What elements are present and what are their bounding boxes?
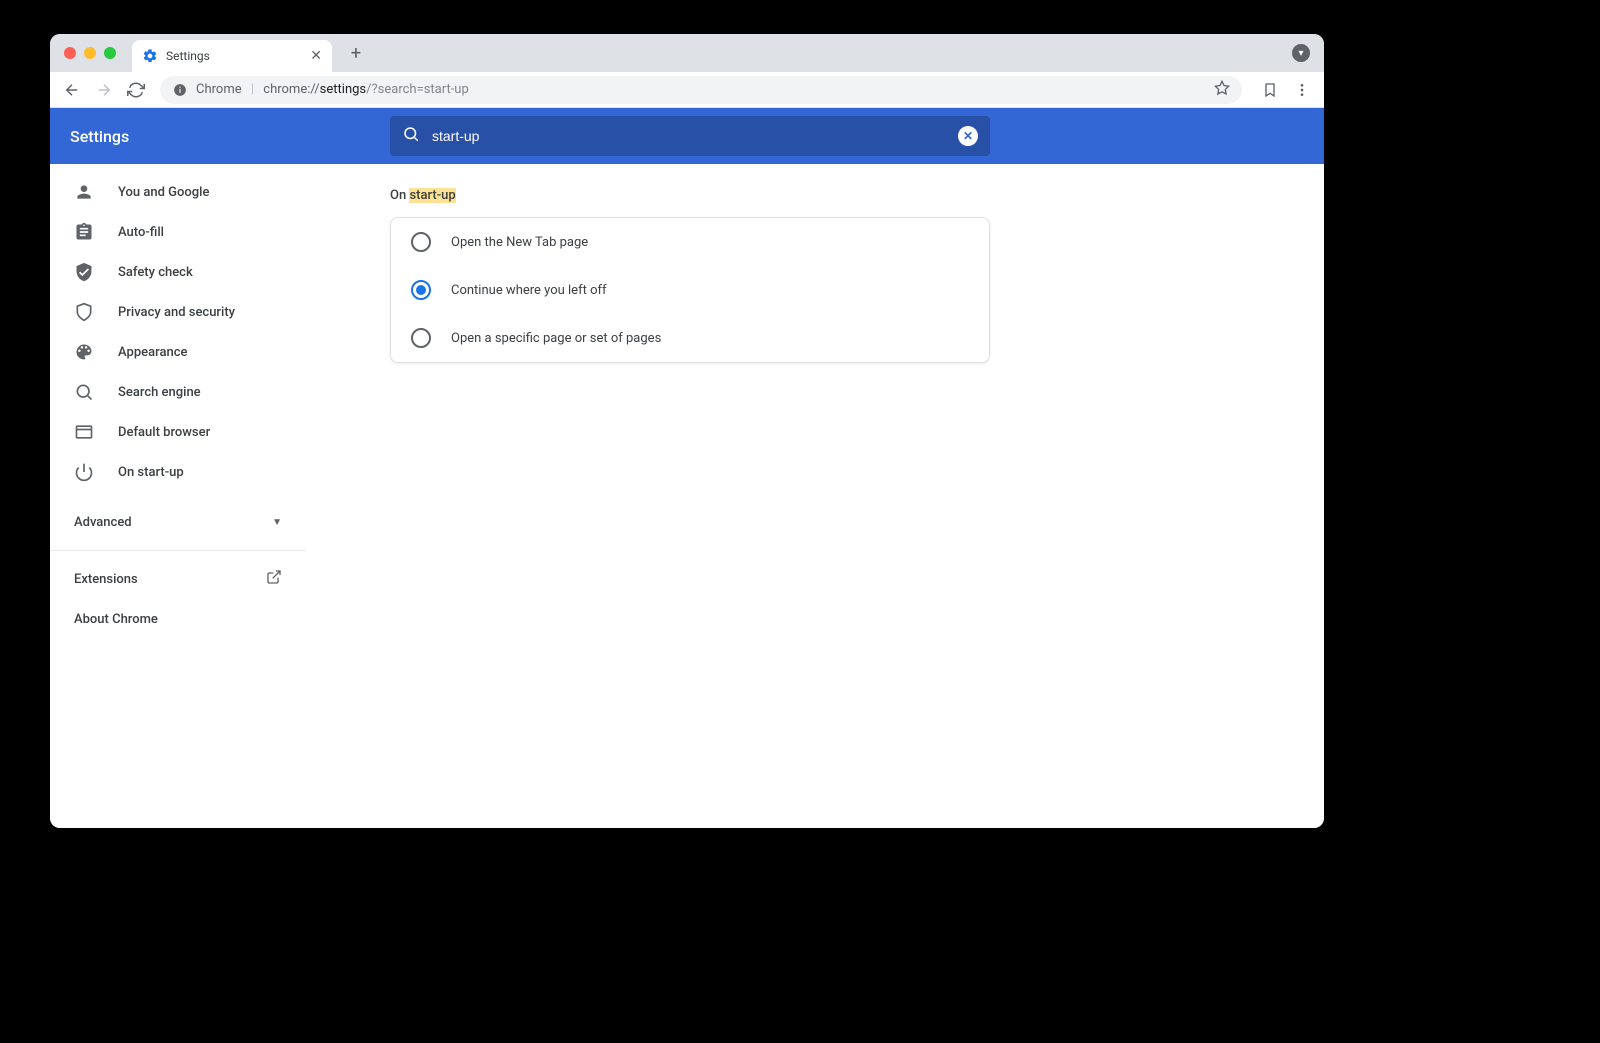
tab-title: Settings <box>166 49 302 63</box>
sidebar-item-on-startup[interactable]: On start-up <box>50 452 306 492</box>
settings-search-box[interactable]: ✕ <box>390 116 990 156</box>
toolbar: Chrome | chrome://settings/?search=start… <box>50 72 1324 108</box>
sidebar-extensions-link[interactable]: Extensions <box>50 559 306 599</box>
address-bar[interactable]: Chrome | chrome://settings/?search=start… <box>160 76 1242 104</box>
radio-label: Open a specific page or set of pages <box>451 331 661 346</box>
sidebar-item-search-engine[interactable]: Search engine <box>50 372 306 412</box>
sidebar-item-appearance[interactable]: Appearance <box>50 332 306 372</box>
sidebar-about-chrome[interactable]: About Chrome <box>50 599 306 639</box>
about-label: About Chrome <box>74 612 158 627</box>
back-button[interactable] <box>58 76 86 104</box>
sidebar-advanced-toggle[interactable]: Advanced ▼ <box>50 502 306 542</box>
radio-open-specific-pages[interactable]: Open a specific page or set of pages <box>391 314 989 362</box>
sidebar-item-label: On start-up <box>118 465 184 480</box>
shield-check-icon <box>74 262 94 282</box>
clear-search-button[interactable]: ✕ <box>958 126 978 146</box>
radio-continue-where-left-off[interactable]: Continue where you left off <box>391 266 989 314</box>
gear-icon <box>142 48 158 64</box>
settings-search-input[interactable] <box>432 128 946 144</box>
close-window-button[interactable] <box>64 47 76 59</box>
sidebar-item-label: You and Google <box>118 185 209 200</box>
radio-icon <box>411 232 431 252</box>
radio-icon <box>411 328 431 348</box>
forward-button[interactable] <box>90 76 118 104</box>
bookmark-star-icon[interactable] <box>1214 80 1230 100</box>
sidebar-item-label: Safety check <box>118 265 193 280</box>
radio-open-new-tab[interactable]: Open the New Tab page <box>391 218 989 266</box>
new-tab-button[interactable]: + <box>342 39 370 67</box>
settings-sidebar: You and Google Auto-fill Safety check Pr… <box>50 164 306 828</box>
search-icon <box>74 382 94 402</box>
external-link-icon <box>266 569 282 589</box>
extensions-label: Extensions <box>74 572 138 587</box>
person-icon <box>74 182 94 202</box>
power-icon <box>74 462 94 482</box>
radio-label: Continue where you left off <box>451 283 607 298</box>
browser-tab[interactable]: Settings ✕ <box>132 40 332 72</box>
sidebar-item-privacy[interactable]: Privacy and security <box>50 292 306 332</box>
reading-list-icon[interactable] <box>1256 76 1284 104</box>
close-tab-button[interactable]: ✕ <box>310 48 322 64</box>
shield-icon <box>74 302 94 322</box>
url-text: Chrome | chrome://settings/?search=start… <box>196 82 469 97</box>
sidebar-item-label: Search engine <box>118 385 201 400</box>
sidebar-item-label: Auto-fill <box>118 225 164 240</box>
sidebar-item-autofill[interactable]: Auto-fill <box>50 212 306 252</box>
sidebar-item-default-browser[interactable]: Default browser <box>50 412 306 452</box>
tab-strip: Settings ✕ + ▾ <box>50 34 1324 72</box>
browser-icon <box>74 422 94 442</box>
chrome-window: Settings ✕ + ▾ Chrome | chrome://setting… <box>50 34 1324 828</box>
maximize-window-button[interactable] <box>104 47 116 59</box>
profile-dropdown-icon[interactable]: ▾ <box>1292 44 1310 62</box>
radio-icon <box>411 280 431 300</box>
search-icon <box>402 125 420 147</box>
startup-options-card: Open the New Tab page Continue where you… <box>390 217 990 363</box>
sidebar-item-you-and-google[interactable]: You and Google <box>50 172 306 212</box>
menu-button-icon[interactable] <box>1288 76 1316 104</box>
sidebar-item-safety-check[interactable]: Safety check <box>50 252 306 292</box>
site-info-icon[interactable] <box>172 82 188 98</box>
advanced-label: Advanced <box>74 515 132 530</box>
sidebar-item-label: Privacy and security <box>118 305 235 320</box>
sidebar-item-label: Default browser <box>118 425 210 440</box>
settings-main: On start-up Open the New Tab page Contin… <box>306 164 1324 828</box>
section-title: On start-up <box>390 188 990 203</box>
chevron-down-icon: ▼ <box>272 517 282 528</box>
settings-title: Settings <box>70 127 390 146</box>
window-controls <box>60 47 122 59</box>
minimize-window-button[interactable] <box>84 47 96 59</box>
palette-icon <box>74 342 94 362</box>
settings-header: Settings ✕ <box>50 108 1324 164</box>
clipboard-icon <box>74 222 94 242</box>
reload-button[interactable] <box>122 76 150 104</box>
radio-label: Open the New Tab page <box>451 235 588 250</box>
sidebar-item-label: Appearance <box>118 345 187 360</box>
settings-content: You and Google Auto-fill Safety check Pr… <box>50 164 1324 828</box>
